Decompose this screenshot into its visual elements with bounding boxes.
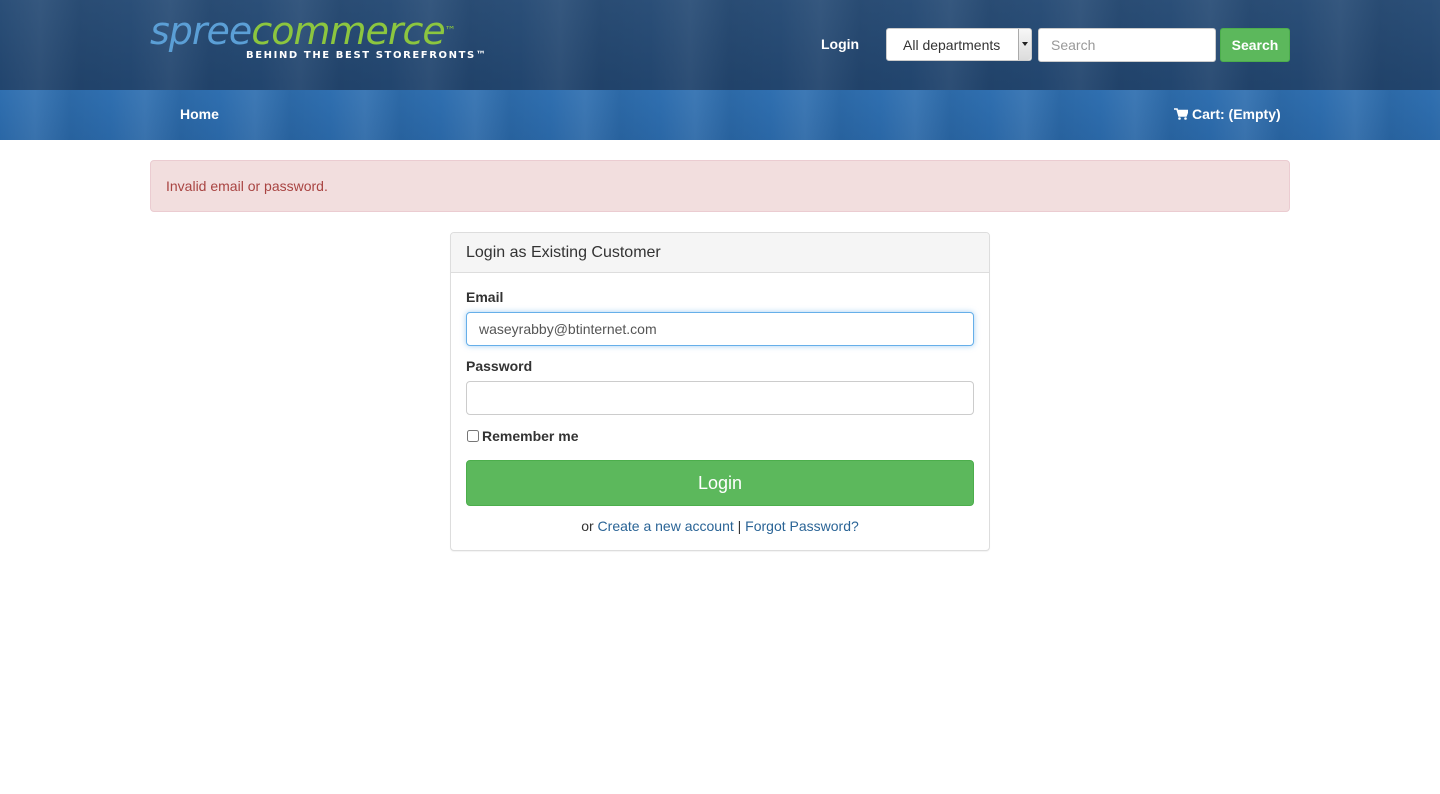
header-login-link[interactable]: Login [821, 36, 859, 52]
logo-brand-part2: commerce [251, 9, 445, 53]
account-links-row: or Create a new account | Forgot Passwor… [451, 518, 989, 534]
cart-link[interactable]: Cart: (Empty) [1174, 106, 1281, 122]
error-alert-message: Invalid email or password. [166, 178, 328, 194]
login-panel-heading: Login as Existing Customer [451, 233, 989, 273]
forgot-password-link[interactable]: Forgot Password? [745, 518, 859, 534]
remember-me-label[interactable]: Remember me [482, 428, 579, 444]
remember-me-checkbox[interactable] [467, 430, 479, 442]
logo-tagline: BEHIND THE BEST STOREFRONTS™ [246, 50, 488, 61]
email-label: Email [466, 289, 504, 305]
logo-trademark: ™ [444, 24, 456, 37]
error-alert: Invalid email or password. [150, 160, 1290, 212]
shopping-cart-icon [1174, 108, 1188, 120]
create-account-link[interactable]: Create a new account [598, 518, 734, 534]
nav-home-link[interactable]: Home [180, 106, 219, 122]
logo-wordmark: spreecommerce™ [150, 10, 470, 52]
departments-selected-value: All departments [903, 37, 1001, 53]
links-separator: | [737, 518, 742, 534]
cart-label: Cart: (Empty) [1192, 106, 1281, 122]
password-label: Password [466, 358, 533, 374]
spree-commerce-logo[interactable]: spreecommerce™ BEHIND THE BEST STOREFRON… [150, 10, 486, 70]
login-panel-title: Login as Existing Customer [466, 244, 661, 261]
search-button[interactable]: Search [1220, 28, 1290, 62]
dropdown-arrow-icon[interactable] [1018, 29, 1031, 60]
or-text: or [581, 518, 594, 534]
logo-brand-part1: spree [150, 9, 252, 53]
password-field[interactable] [466, 381, 974, 415]
login-panel: Login as Existing Customer Email Passwor… [450, 232, 990, 551]
email-field[interactable] [466, 312, 974, 346]
login-submit-button[interactable]: Login [466, 460, 974, 506]
search-input[interactable] [1038, 28, 1216, 62]
remember-me-row: Remember me [467, 428, 579, 444]
departments-select[interactable]: All departments [886, 28, 1032, 61]
